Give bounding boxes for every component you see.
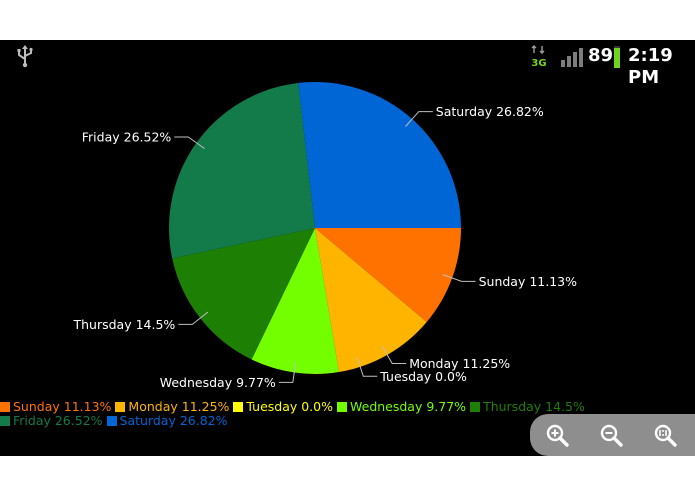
pie-slice-friday: [168, 82, 315, 259]
slice-label-thursday: Thursday 14.5%: [72, 317, 175, 332]
legend-item-tuesday: Tuesday 0.0%: [233, 400, 333, 414]
slice-label-saturday: Saturday 26.82%: [436, 104, 544, 119]
zoom-in-button[interactable]: [544, 422, 570, 448]
legend-label: Monday 11.25%: [128, 399, 230, 414]
legend-label: Sunday 11.13%: [13, 399, 112, 414]
legend-swatch: [0, 416, 10, 426]
zoom-reset-button[interactable]: [652, 422, 678, 448]
legend-label: Tuesday 0.0%: [246, 399, 333, 414]
legend-item-saturday: Saturday 26.82%: [106, 413, 228, 428]
legend-item-friday: Friday 26.52%: [0, 414, 103, 428]
legend-swatch: [115, 402, 126, 412]
legend-item-sunday: Sunday 11.13%: [0, 400, 111, 414]
slice-label-friday: Friday 26.52%: [82, 130, 172, 145]
zoom-reset-icon: [654, 424, 677, 447]
legend-label: Friday 26.52%: [13, 413, 103, 428]
legend-item-thursday: Thursday 14.5%: [470, 400, 585, 414]
legend-swatch: [337, 402, 347, 412]
slice-label-wednesday: Wednesday 9.77%: [160, 375, 276, 390]
legend-swatch: [470, 402, 481, 412]
legend-label: Thursday 14.5%: [483, 399, 585, 414]
zoom-controls: [530, 414, 695, 456]
zoom-in-icon: [546, 424, 569, 447]
legend-swatch: [233, 402, 244, 412]
zoom-out-button[interactable]: [598, 422, 624, 448]
pie-chart: Sunday 11.13%Monday 11.25%Tuesday 0.0%We…: [72, 82, 578, 390]
slice-label-tuesday: Tuesday 0.0%: [379, 369, 467, 384]
legend-label: Saturday 26.82%: [119, 413, 228, 428]
legend-swatch: [0, 402, 10, 412]
legend-swatch: [106, 416, 117, 426]
slice-label-sunday: Sunday 11.13%: [479, 274, 578, 289]
zoom-out-icon: [600, 424, 623, 447]
legend-item-wednesday: Wednesday 9.77%: [337, 400, 466, 414]
app-screen: 3G 89 2:19 PM Sunday 11.13% Monday 11.25%…: [0, 40, 695, 456]
legend-item-monday: Monday 11.25%: [115, 400, 229, 414]
legend-label: Wednesday 9.77%: [350, 399, 467, 414]
